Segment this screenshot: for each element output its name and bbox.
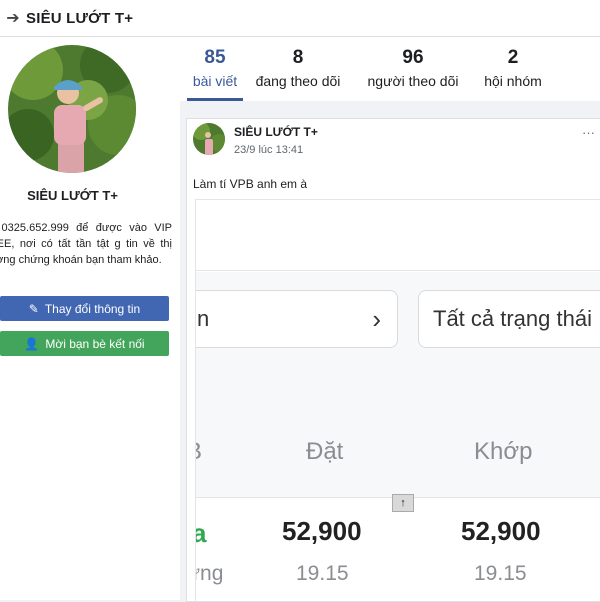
arrow-up-icon[interactable]: ↑ xyxy=(392,494,414,512)
image-row xyxy=(196,498,600,601)
stat-following[interactable]: 8 đang theo dõi xyxy=(248,47,348,89)
image-filter-1-text: n xyxy=(197,306,210,331)
page-title: SIÊU LƯỚT T+ xyxy=(26,9,134,27)
edit-profile-label: Thay đổi thông tin xyxy=(44,301,141,316)
image-col-head-3: Khớp xyxy=(474,438,533,465)
profile-bio: hệ 0325.652.999 để được vào VIP FREE, nơ… xyxy=(0,222,172,266)
top-bar: ➔ SIÊU LƯỚT T+ xyxy=(0,0,600,37)
stat-posts[interactable]: 85 bài viết xyxy=(187,47,243,89)
stat-followers-label: người theo dõi xyxy=(367,73,459,89)
stat-followers-count: 96 xyxy=(402,47,424,68)
image-order-qty: 19.15 xyxy=(296,562,349,585)
image-match-qty: 19.15 xyxy=(474,562,527,585)
stat-posts-count: 85 xyxy=(204,47,226,68)
edit-profile-button[interactable]: ✎ Thay đổi thông tin xyxy=(0,296,169,321)
image-filter-2-text: Tất cả trạng thái xyxy=(433,306,592,331)
post-author-avatar[interactable] xyxy=(193,123,225,155)
chevron-right-icon: › xyxy=(372,303,381,334)
stat-groups-label: hội nhóm xyxy=(484,73,542,89)
post-timestamp[interactable]: 23/9 lúc 13:41 xyxy=(234,144,303,156)
image-filter-box-2: Tất cả trạng thái xyxy=(418,290,600,348)
stat-following-count: 8 xyxy=(292,47,304,68)
invite-friends-button[interactable]: 👤 Mời bạn bè kết nối xyxy=(0,331,169,356)
add-friend-icon: 👤 xyxy=(24,336,40,351)
stat-followers[interactable]: 96 người theo dõi xyxy=(358,47,468,89)
post-image[interactable]: n › Tất cả trạng thái B Đặt Khớp a 52,90… xyxy=(195,199,600,601)
post-text: Làm tí VPB anh em à xyxy=(193,177,308,191)
image-col-head-1: B xyxy=(196,438,202,466)
profile-sidebar: SIÊU LƯỚT T+ hệ 0325.652.999 để được vào… xyxy=(0,37,180,600)
image-col-head-2: Đặt xyxy=(306,438,344,465)
pencil-icon: ✎ xyxy=(28,301,39,316)
profile-name: SIÊU LƯỚT T+ xyxy=(27,188,118,203)
post-author[interactable]: SIÊU LƯỚT T+ xyxy=(234,125,318,139)
stat-groups[interactable]: 2 hội nhóm xyxy=(478,47,548,89)
post-card: SIÊU LƯỚT T+ 23/9 lúc 13:41 ··· Làm tí V… xyxy=(186,118,600,602)
image-order-price: 52,900 xyxy=(282,516,362,546)
profile-avatar[interactable] xyxy=(8,45,136,173)
image-match-price: 52,900 xyxy=(461,516,541,546)
back-arrow-icon[interactable]: ➔ xyxy=(0,8,26,28)
invite-friends-label: Mời bạn bè kết nối xyxy=(45,336,145,351)
image-filter-box-1: n › xyxy=(196,290,398,348)
image-header-band xyxy=(196,210,600,271)
active-tab-indicator xyxy=(187,98,243,101)
stat-posts-label: bài viết xyxy=(192,73,238,89)
more-icon[interactable]: ··· xyxy=(582,125,595,140)
stat-following-label: đang theo dõi xyxy=(255,73,341,89)
stat-groups-count: 2 xyxy=(507,47,519,68)
profile-stats: 85 bài viết 8 đang theo dõi 96 người the… xyxy=(180,37,600,101)
image-sub-fragment: ưng xyxy=(196,562,224,585)
image-symbol-fragment: a xyxy=(196,518,206,549)
